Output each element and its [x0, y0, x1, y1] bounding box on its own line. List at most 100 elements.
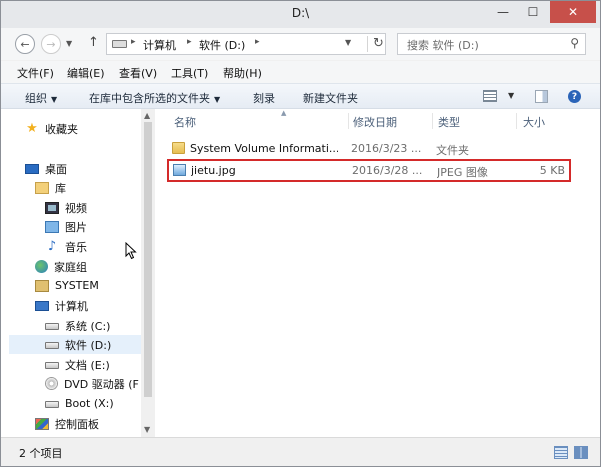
column-header-name[interactable]: 名称: [174, 114, 196, 130]
chevron-down-icon: ▼: [66, 39, 73, 48]
address-dropdown-icon[interactable]: ▼: [345, 38, 351, 47]
recent-locations-dropdown[interactable]: ▼: [66, 39, 72, 48]
file-size: 5 KB: [539, 164, 565, 177]
picture-icon: [45, 220, 59, 233]
chevron-down-icon[interactable]: ▼: [508, 91, 514, 100]
nav-label: 音乐: [65, 240, 87, 254]
search-placeholder: 搜索 软件 (D:): [407, 39, 479, 52]
column-header-size[interactable]: 大小: [523, 114, 545, 130]
file-row[interactable]: System Volume Informati... 2016/3/23 ...…: [168, 139, 570, 160]
nav-drive-d[interactable]: 软件 (D:): [9, 335, 141, 354]
nav-label: 视频: [65, 201, 87, 215]
nav-label: 库: [55, 181, 66, 195]
file-date: 2016/3/23 ...: [351, 142, 422, 155]
maximize-button[interactable]: ☐: [518, 1, 548, 23]
address-field[interactable]: ▸ 计算机 ▸ 软件 (D:) ▸ ▼ ↻: [106, 33, 386, 55]
help-icon[interactable]: ?: [568, 90, 581, 103]
burn-button[interactable]: 刻录: [253, 90, 275, 106]
forward-button[interactable]: →: [41, 34, 61, 54]
drive-icon: [45, 401, 59, 408]
file-type: JPEG 图像: [437, 166, 488, 179]
nav-label: 控制面板: [55, 417, 99, 431]
refresh-icon[interactable]: ↻: [367, 36, 384, 52]
menu-help[interactable]: 帮助(H): [223, 65, 262, 81]
nav-label: 计算机: [55, 299, 88, 313]
breadcrumb-separator-icon: ▸: [255, 37, 260, 47]
column-divider[interactable]: [348, 113, 349, 129]
menu-bar: 文件(F) 编辑(E) 查看(V) 工具(T) 帮助(H): [1, 61, 600, 83]
scroll-down-icon[interactable]: ▼: [144, 425, 150, 434]
nav-label: 图片: [65, 220, 87, 234]
dvd-icon: [45, 377, 58, 390]
nav-label: 软件 (D:): [65, 338, 112, 352]
back-button[interactable]: ←: [15, 34, 35, 54]
homegroup-icon: [35, 260, 48, 273]
library-icon: [35, 181, 49, 194]
breadcrumb-separator-icon: ▸: [131, 37, 136, 47]
large-icons-view-icon[interactable]: [574, 446, 588, 459]
chevron-down-icon: ▼: [214, 95, 221, 104]
nav-label: 家庭组: [54, 260, 87, 274]
navigation-pane: ★ 收藏夹 桌面 库 视频 图片 ♪ 音乐 家庭组 SYSTEM 计算机 系统 …: [1, 109, 156, 437]
nav-label: Boot (X:): [65, 397, 114, 410]
file-row-highlighted[interactable]: jietu.jpg 2016/3/28 ... JPEG 图像 5 KB: [167, 159, 571, 182]
details-view-icon[interactable]: [554, 446, 568, 459]
nav-drive-f[interactable]: DVD 驱动器 (F: [45, 374, 141, 393]
scroll-thumb[interactable]: [144, 122, 152, 397]
menu-view[interactable]: 查看(V): [119, 65, 157, 81]
chevron-up-icon: ▲: [281, 109, 287, 117]
include-in-library-button[interactable]: 在库中包含所选的文件夹 ▼: [89, 90, 220, 106]
folder-icon: [172, 142, 185, 154]
include-in-library-label: 在库中包含所选的文件夹: [89, 92, 210, 105]
command-bar: 组织 ▼ 在库中包含所选的文件夹 ▼ 刻录 新建文件夹 ▼ ?: [1, 83, 600, 109]
column-header-date[interactable]: 修改日期: [353, 114, 397, 130]
file-date: 2016/3/28 ...: [352, 164, 423, 177]
nav-label: DVD 驱动器 (F: [64, 377, 139, 391]
menu-file[interactable]: 文件(F): [17, 65, 54, 81]
organize-label: 组织: [25, 92, 47, 105]
address-bar-row: ← → ▼ ↑ ▸ 计算机 ▸ 软件 (D:) ▸ ▼ ↻ 搜索 软件 (D:)…: [1, 28, 600, 60]
drive-icon: [45, 323, 59, 330]
chevron-down-icon: ▼: [51, 95, 58, 104]
file-type: 文件夹: [436, 144, 469, 157]
breadcrumb-separator-icon: ▸: [187, 37, 192, 47]
desktop-icon: [25, 163, 39, 174]
file-list-pane: ▲ 名称 修改日期 类型 大小 System Volume Informati.…: [156, 109, 600, 437]
image-file-icon: [173, 164, 186, 176]
item-count: 2 个项目: [19, 447, 63, 460]
video-icon: [45, 201, 59, 214]
drive-icon: [45, 342, 59, 349]
arrow-left-icon: ←: [20, 37, 30, 51]
file-name: jietu.jpg: [191, 164, 236, 177]
column-divider[interactable]: [432, 113, 433, 129]
close-button[interactable]: ✕: [550, 1, 596, 23]
nav-label: 收藏夹: [45, 122, 78, 136]
up-button[interactable]: ↑: [88, 35, 99, 50]
new-folder-button[interactable]: 新建文件夹: [303, 90, 358, 106]
view-options-icon[interactable]: [483, 90, 497, 102]
nav-scrollbar[interactable]: ▲ ▼: [141, 109, 155, 437]
status-bar: 2 个项目: [1, 437, 600, 466]
search-icon: ⚲: [570, 36, 579, 50]
preview-pane-icon[interactable]: [535, 90, 548, 103]
user-folder-icon: [35, 279, 49, 292]
breadcrumb-computer[interactable]: 计算机: [143, 37, 176, 53]
column-header-type[interactable]: 类型: [438, 114, 460, 130]
arrow-right-icon: →: [46, 37, 56, 51]
scroll-up-icon[interactable]: ▲: [144, 111, 150, 120]
search-input[interactable]: 搜索 软件 (D:) ⚲: [397, 33, 586, 55]
column-divider[interactable]: [516, 113, 517, 129]
drive-icon: [112, 40, 127, 48]
star-icon: ★: [26, 120, 38, 136]
menu-tools[interactable]: 工具(T): [171, 65, 208, 81]
drive-icon: [45, 362, 59, 369]
mouse-pointer-icon: [125, 242, 137, 260]
menu-edit[interactable]: 编辑(E): [67, 65, 105, 81]
minimize-button[interactable]: —: [488, 1, 518, 23]
computer-icon: [35, 300, 49, 311]
nav-label: SYSTEM: [55, 279, 99, 292]
file-name: System Volume Informati...: [190, 142, 338, 155]
organize-button[interactable]: 组织 ▼: [25, 90, 57, 106]
music-note-icon: ♪: [47, 238, 57, 254]
breadcrumb-drive-d[interactable]: 软件 (D:): [199, 37, 245, 53]
